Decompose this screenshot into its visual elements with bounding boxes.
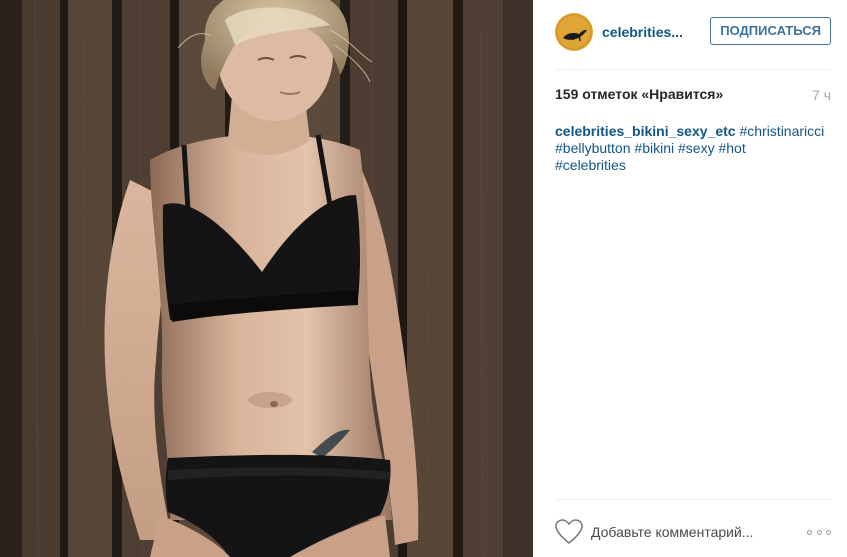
hashtag-link[interactable]: #christinaricci [739, 123, 824, 139]
divider [555, 69, 831, 70]
post-side-panel: celebrities... ПОДПИСАТЬСЯ 159 отметок «… [533, 0, 847, 557]
post-actions [555, 518, 831, 546]
hashtag-link[interactable]: #sexy [678, 140, 715, 156]
hashtag-link[interactable]: #hot [718, 140, 745, 156]
follow-button[interactable]: ПОДПИСАТЬСЯ [710, 17, 831, 45]
caption-author-link[interactable]: celebrities_bikini_sexy_etc [555, 123, 736, 139]
dot-icon [816, 529, 822, 535]
post-container: celebrities... ПОДПИСАТЬСЯ 159 отметок «… [0, 0, 847, 557]
comment-input[interactable] [591, 520, 787, 544]
hashtag-link[interactable]: #celebrities [555, 157, 626, 173]
photo-illustration [0, 0, 533, 557]
dot-icon [826, 529, 831, 535]
post-caption: celebrities_bikini_sexy_etc #christinari… [555, 123, 831, 174]
avatar-icon[interactable] [555, 13, 593, 51]
likes-count[interactable]: 159 отметок «Нравится» [555, 86, 723, 102]
post-timestamp[interactable]: 7 ч [812, 87, 831, 103]
heart-icon[interactable] [555, 519, 583, 545]
dot-icon [807, 529, 812, 535]
hashtag-link[interactable]: #bikini [634, 140, 674, 156]
post-photo[interactable] [0, 0, 533, 557]
post-header: celebrities... ПОДПИСАТЬСЯ [555, 12, 831, 52]
likes-row: 159 отметок «Нравится» 7 ч [555, 86, 831, 106]
username-link[interactable]: celebrities... [602, 24, 683, 40]
more-options-icon[interactable] [807, 526, 831, 538]
hashtag-link[interactable]: #bellybutton [555, 140, 631, 156]
divider [555, 499, 831, 500]
